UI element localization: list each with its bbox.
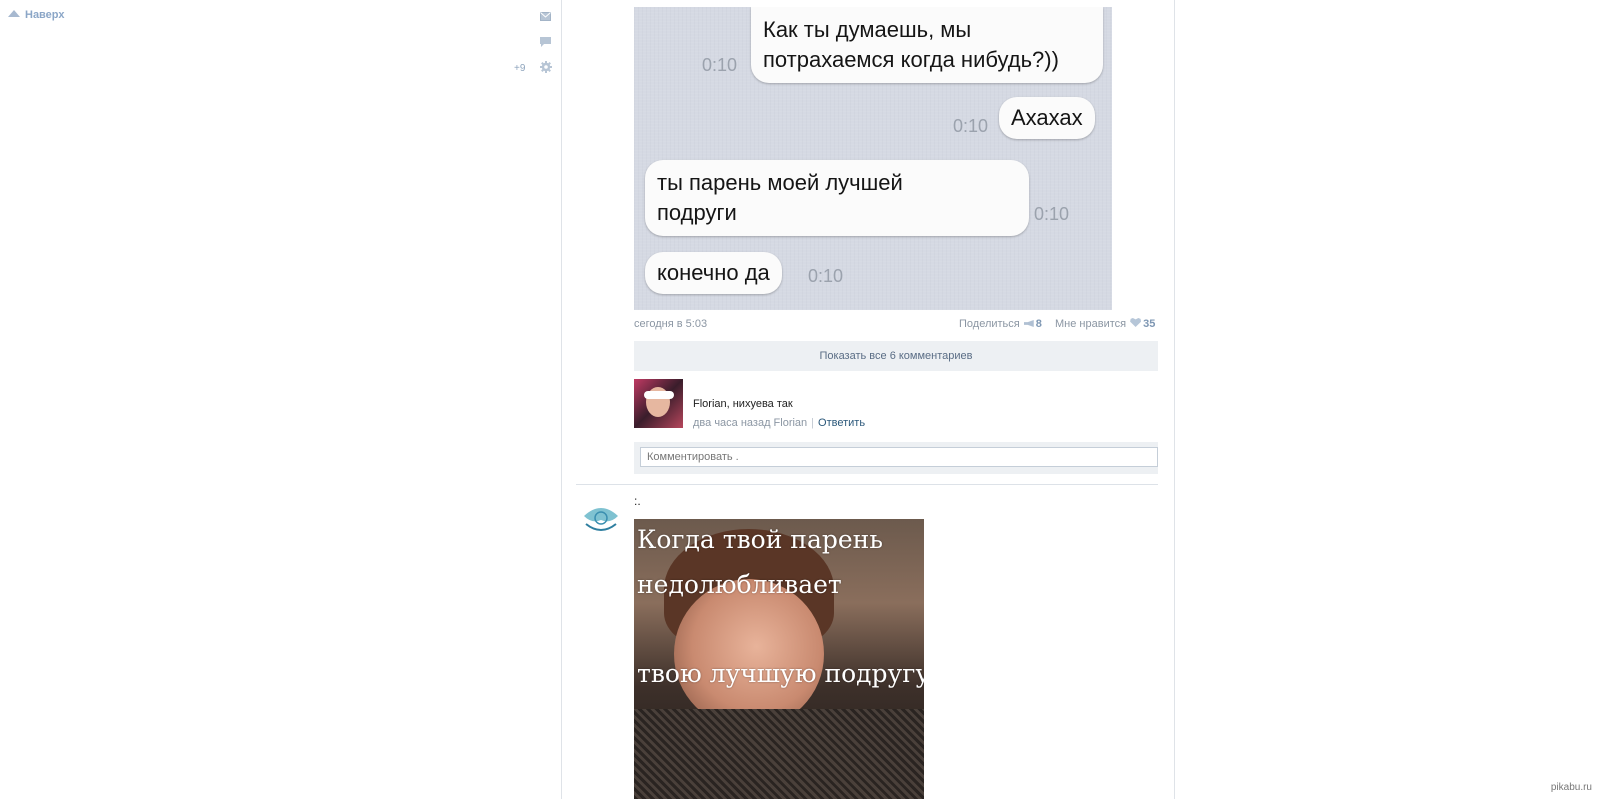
chat-message-1: Как ты думаешь, мы потрахаемся когда ниб…: [751, 7, 1103, 83]
share-button[interactable]: Поделиться 8: [959, 318, 1042, 330]
chat-time-3: 0:10: [1034, 204, 1070, 224]
share-label: Поделиться: [959, 318, 1020, 330]
gear-icon[interactable]: [540, 61, 552, 73]
meme-line-1: Когда твой парень: [637, 525, 883, 554]
group-avatar[interactable]: [576, 494, 626, 544]
comment-input[interactable]: Комментировать .: [640, 447, 1158, 467]
avatar-glasses: [644, 391, 674, 399]
megaphone-icon: [1023, 320, 1034, 327]
like-label: Мне нравится: [1055, 318, 1127, 330]
meme-line-2: недолюбливает: [637, 570, 842, 599]
chat-icon[interactable]: [540, 37, 551, 47]
share-count: 8: [1035, 318, 1042, 330]
reply-link[interactable]: Ответить: [818, 417, 865, 429]
comment-form: Комментировать .: [634, 442, 1158, 474]
like-count: 35: [1143, 318, 1156, 330]
chat-time-2: 0:10: [953, 116, 989, 136]
arrow-up-icon: [8, 10, 20, 17]
scroll-to-top-link[interactable]: Наверх: [8, 9, 65, 21]
like-button[interactable]: Мне нравится 35: [1055, 318, 1155, 330]
meme-line-3: твою лучшую подругу.: [637, 659, 924, 688]
separator: |: [811, 417, 815, 429]
notifications-counter[interactable]: +9: [514, 63, 525, 74]
chat-screenshot[interactable]: Как ты думаешь, мы потрахаемся когда ниб…: [634, 7, 1112, 310]
comment-meta: два часа назад Florian | Ответить: [693, 417, 865, 429]
post-text: :.: [634, 494, 641, 508]
show-all-comments-button[interactable]: Показать все 6 комментариев: [634, 341, 1158, 371]
chat-message-3: ты парень моей лучшей подруги: [645, 160, 1029, 236]
photo-face: [674, 579, 824, 729]
photo-lace: [634, 709, 924, 799]
post-divider: [576, 484, 1158, 485]
chat-message-2: Ахахах: [999, 97, 1095, 139]
chat-time-4: 0:10: [808, 266, 844, 286]
post-time[interactable]: сегодня в 5:03: [634, 318, 707, 330]
scroll-to-top-label: Наверх: [25, 9, 65, 21]
meme-photo[interactable]: Когда твой парень недолюбливает твою луч…: [634, 519, 924, 799]
chat-time-1: 0:10: [702, 55, 738, 75]
mail-icon[interactable]: [540, 12, 551, 21]
watermark: pikabu.ru: [1550, 782, 1592, 793]
comment-date: два часа назад Florian: [693, 417, 808, 429]
chat-message-4: конечно да: [645, 252, 782, 294]
comment-text: Florian, нихуева так: [693, 398, 793, 410]
commenter-avatar[interactable]: [634, 379, 683, 428]
heart-icon: [1130, 318, 1142, 327]
